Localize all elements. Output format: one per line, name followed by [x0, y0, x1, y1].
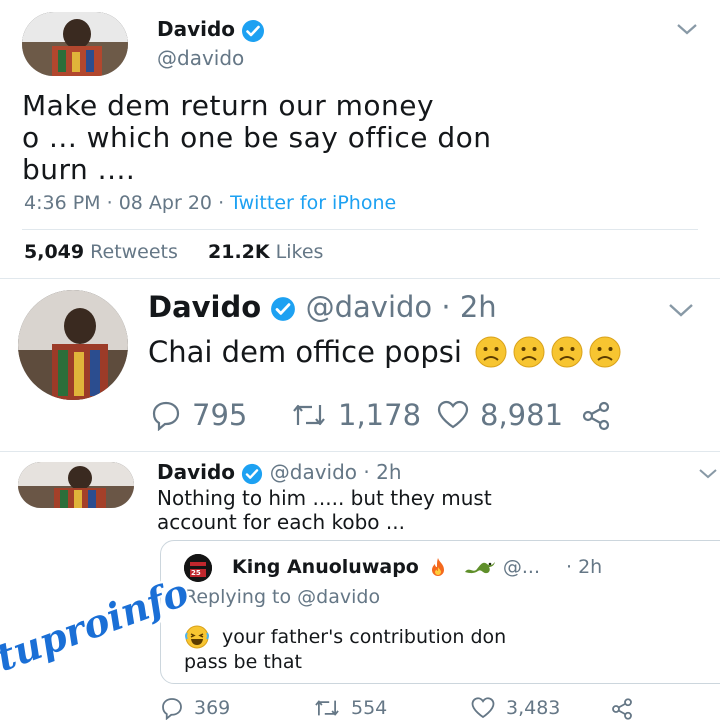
- reply-button[interactable]: 369: [160, 696, 230, 720]
- likes-label[interactable]: Likes: [276, 241, 324, 263]
- share-icon[interactable]: [610, 697, 634, 720]
- tweet-text-line: Nothing to him ..... but they must: [157, 486, 492, 510]
- tweet-text: Make dem return our money o ... which on…: [22, 90, 492, 186]
- reply-icon: [162, 698, 182, 720]
- divider: [22, 229, 698, 230]
- like-button[interactable]: 3,483: [470, 696, 560, 720]
- retweet-button[interactable]: 1,178: [290, 398, 421, 432]
- dragon-icon: [464, 562, 495, 574]
- divider: [0, 278, 720, 279]
- meta-separator: ·: [218, 192, 225, 214]
- verified-icon: [242, 19, 265, 42]
- tweet-text: Chai dem office popsi: [148, 335, 622, 369]
- reply-button[interactable]: 795: [150, 398, 247, 432]
- replying-to[interactable]: Replying to @davido: [184, 586, 380, 608]
- quoted-text-line: pass be that: [184, 651, 302, 673]
- tweet1-header: Davido: [157, 17, 265, 43]
- chevron-down-icon[interactable]: [668, 302, 694, 318]
- retweet-count: 1,178: [338, 398, 422, 432]
- sad-face-icon: [475, 336, 507, 368]
- retweet-count: 554: [351, 697, 388, 719]
- tweet3-header: Davido @davido · 2h: [157, 460, 402, 485]
- sad-face-icon: [513, 336, 545, 368]
- tweet-text-line: Chai dem office popsi: [148, 335, 462, 369]
- author-handle[interactable]: @davido: [157, 46, 244, 70]
- share-icon[interactable]: [580, 400, 612, 432]
- retweets-label[interactable]: Retweets: [90, 241, 178, 263]
- tweet-time[interactable]: 4:36 PM: [24, 192, 101, 214]
- quoted-author-name[interactable]: King Anuoluwapo: [232, 556, 419, 578]
- tweet-date[interactable]: 08 Apr 20: [119, 192, 212, 214]
- quoted-author-handle[interactable]: @...: [503, 556, 540, 578]
- avatar[interactable]: [22, 12, 128, 76]
- tweet-source[interactable]: Twitter for iPhone: [230, 192, 396, 214]
- meta-separator: ·: [106, 192, 113, 214]
- tweet-text-line: Make dem return our money: [22, 89, 435, 122]
- retweet-icon: [293, 404, 325, 426]
- chevron-down-icon[interactable]: [676, 22, 698, 36]
- likes-count[interactable]: 21.2K: [208, 241, 270, 263]
- quoted-time[interactable]: · 2h: [566, 556, 602, 578]
- verified-icon: [271, 297, 296, 321]
- sad-face-icon: [589, 336, 621, 368]
- avatar[interactable]: [18, 290, 128, 400]
- sad-face-icon: [551, 336, 583, 368]
- quoted-text: your father's contribution don pass be t…: [184, 624, 506, 675]
- tweet-text-line: burn ....: [22, 153, 136, 186]
- divider: [0, 451, 720, 452]
- like-count: 8,981: [480, 398, 564, 432]
- retweet-icon: [315, 700, 339, 716]
- tweet2-header: Davido @davido · 2h: [148, 290, 497, 324]
- author-handle[interactable]: @davido · 2h: [306, 290, 497, 324]
- quoted-text-line: your father's contribution don: [222, 625, 507, 648]
- tweet-meta: 4:36 PM · 08 Apr 20 · Twitter for iPhone: [24, 192, 396, 214]
- tweet-text: Nothing to him ..... but they must accou…: [157, 486, 492, 534]
- author-name[interactable]: Davido: [157, 460, 235, 484]
- author-name[interactable]: Davido: [157, 17, 235, 41]
- author-handle[interactable]: @davido · 2h: [270, 460, 402, 484]
- emoji-group: [470, 335, 622, 369]
- verified-icon: [242, 463, 263, 484]
- tweet-text-line: o ... which one be say office don: [22, 121, 492, 154]
- fire-icon: [431, 558, 444, 576]
- retweets-count[interactable]: 5,049: [24, 241, 84, 263]
- chevron-down-icon[interactable]: [698, 468, 718, 480]
- like-icon: [471, 697, 495, 719]
- quoted-header: King Anuoluwapo @... · 2h: [232, 556, 602, 578]
- reply-count: 369: [194, 697, 231, 719]
- tweet-stats: 5,049 Retweets 21.2K Likes: [24, 241, 323, 263]
- reply-icon: [152, 401, 180, 431]
- author-name[interactable]: Davido: [148, 290, 261, 324]
- retweet-button[interactable]: 554: [313, 696, 387, 720]
- tweet-text-line: account for each kobo ...: [157, 510, 405, 534]
- like-icon: [437, 400, 469, 429]
- reply-count: 795: [192, 398, 248, 432]
- avatar[interactable]: [18, 462, 134, 508]
- like-count: 3,483: [506, 697, 561, 719]
- avatar-badge: 25: [191, 569, 201, 577]
- like-button[interactable]: 8,981: [436, 398, 563, 432]
